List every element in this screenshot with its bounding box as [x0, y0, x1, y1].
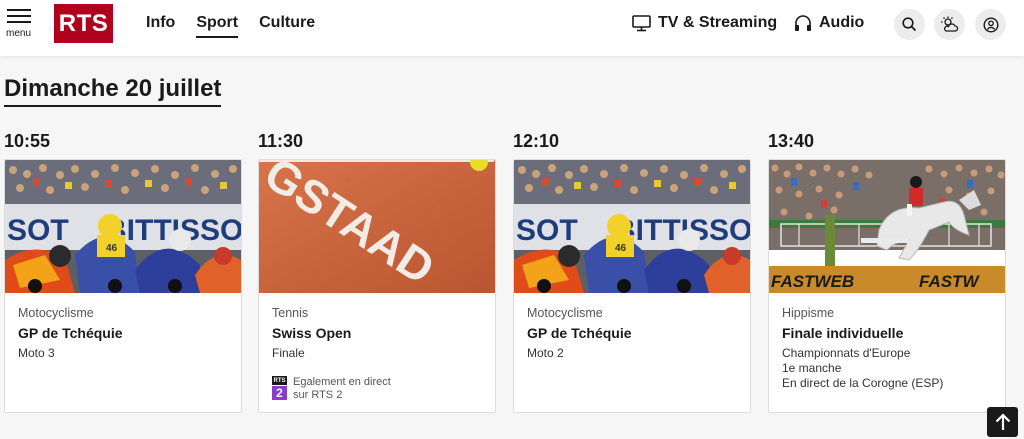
show-jumping-image: FASTWEB FASTW — [769, 160, 1005, 293]
event-title: GP de Tchéquie — [18, 325, 123, 341]
account-button[interactable] — [975, 9, 1006, 40]
event-column: 10:55 SOT BITTISSO 46 Motocyclisme GP de… — [4, 131, 242, 413]
main-nav: Info Sport Culture — [146, 14, 336, 38]
event-subtitle: Moto 3 — [18, 346, 55, 360]
rts2-logo-bottom: 2 — [272, 386, 287, 400]
rts2-logo-top: RTS — [272, 376, 287, 385]
event-title: GP de Tchéquie — [527, 325, 632, 341]
event-title: Finale individuelle — [782, 325, 904, 341]
hamburger-icon — [7, 9, 31, 11]
event-time: 11:30 — [258, 131, 304, 151]
event-card[interactable]: SOT BITTISSO 46 Motocyclisme GP de Tchéq… — [513, 159, 751, 413]
event-card[interactable]: FASTWEB FASTW Hippisme Finale individuel… — [768, 159, 1006, 413]
event-time: 10:55 — [4, 131, 51, 151]
search-icon — [902, 17, 917, 32]
event-card[interactable]: GSTAAD Tennis Swiss Open Finale RTS 2 Eg… — [258, 159, 496, 413]
svg-text:46: 46 — [106, 243, 118, 254]
hamburger-icon-bar — [7, 15, 31, 17]
rts2-logo: RTS 2 — [272, 376, 287, 400]
event-discipline: Motocyclisme — [18, 306, 94, 320]
nav-culture[interactable]: Culture — [259, 14, 315, 38]
hamburger-icon-bar — [7, 21, 31, 23]
svg-text:FASTWEB: FASTWEB — [771, 272, 854, 291]
motogp-image: SOT BITTISSO 46 — [514, 160, 750, 293]
account-icon — [982, 16, 999, 33]
scroll-to-top-button[interactable] — [987, 407, 1018, 437]
also-live-text: Egalement en direct sur RTS 2 — [293, 376, 391, 402]
event-time: 13:40 — [768, 131, 815, 151]
event-column: 13:40 FASTWEB FASTW Hippisme Finale indi… — [768, 131, 1006, 413]
nav-sport[interactable]: Sport — [196, 14, 239, 38]
gstaad-court-image: GSTAAD — [259, 160, 495, 293]
svg-text:SOT: SOT — [7, 214, 69, 247]
motogp-image: SOT BITTISSO 46 — [5, 160, 241, 293]
also-live-line2: sur RTS 2 — [293, 389, 343, 401]
also-live-line1: Egalement en direct — [293, 376, 391, 388]
event-discipline: Motocyclisme — [527, 306, 603, 320]
weather-icon — [940, 16, 958, 32]
svg-text:SOT: SOT — [516, 214, 578, 247]
tv-icon — [632, 14, 651, 31]
event-title: Swiss Open — [272, 325, 352, 341]
search-button[interactable] — [894, 9, 925, 40]
day-title: Dimanche 20 juillet — [4, 75, 222, 107]
audio-link[interactable]: Audio — [794, 14, 864, 32]
event-card[interactable]: SOT BITTISSO 46 Motocyclisme GP de Tchéq… — [4, 159, 242, 413]
audio-label: Audio — [819, 14, 865, 31]
also-live-notice: RTS 2 Egalement en direct sur RTS 2 — [272, 376, 482, 402]
event-discipline: Tennis — [272, 306, 309, 320]
tv-streaming-link[interactable]: TV & Streaming — [632, 14, 777, 32]
site-header: menu RTS Info Sport Culture TV & Streami… — [0, 0, 1024, 56]
menu-label: menu — [6, 28, 32, 39]
nav-info[interactable]: Info — [146, 14, 175, 38]
event-subtitle: En direct de la Corogne (ESP) — [782, 376, 944, 390]
menu-button[interactable]: menu — [6, 9, 34, 41]
event-time: 12:10 — [513, 131, 560, 151]
headphones-icon — [795, 14, 811, 31]
event-column: 11:30 GSTAAD Tennis Swiss Open Finale RT… — [258, 131, 496, 413]
event-column: 12:10 SOT BITTISSO 46 Motocyclisme GP de… — [513, 131, 751, 413]
event-subtitle: 1e manche — [782, 361, 842, 375]
tv-streaming-label: TV & Streaming — [658, 14, 778, 31]
event-subtitle: Championnats d'Europe — [782, 346, 911, 360]
weather-button[interactable] — [934, 9, 965, 40]
svg-text:46: 46 — [615, 243, 627, 254]
event-subtitle: Moto 2 — [527, 346, 564, 360]
event-discipline: Hippisme — [782, 306, 835, 320]
rts-logo[interactable]: RTS — [54, 4, 113, 43]
arrow-up-icon — [995, 413, 1010, 430]
event-subtitle: Finale — [272, 346, 305, 360]
svg-text:FASTW: FASTW — [919, 272, 980, 291]
